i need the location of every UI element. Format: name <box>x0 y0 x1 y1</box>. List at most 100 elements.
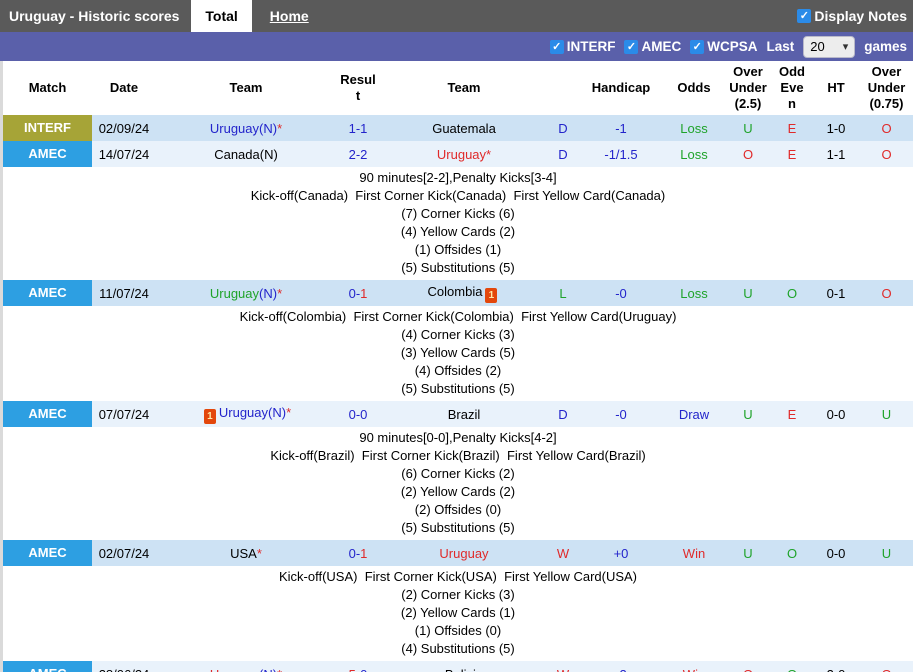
text-segment: U <box>743 407 752 422</box>
over-under-075-cell: U <box>860 401 913 427</box>
text-segment: Colombia <box>428 284 483 299</box>
wdl-cell: D <box>548 401 578 427</box>
text-segment: O <box>787 667 797 672</box>
column-header-team1: Team <box>156 61 336 115</box>
over-under-25-cell: U <box>724 401 772 427</box>
tab-total[interactable]: Total <box>191 0 251 32</box>
page-title: Uruguay - Historic scores <box>0 8 187 24</box>
text-segment: Canada(N) <box>214 147 278 162</box>
text-segment: O <box>881 121 891 136</box>
column-header-over-under-075: Over Under (0.75) <box>860 61 913 115</box>
text-segment: * <box>277 667 282 672</box>
match-type-cell: AMEC <box>3 540 92 566</box>
team2-cell: Uruguay* <box>380 141 548 167</box>
chevron-down-icon: ▾ <box>843 40 849 53</box>
column-header-team2: Team <box>380 61 548 115</box>
text-segment: E <box>788 407 797 422</box>
notes-text: Kick-off(USA) First Corner Kick(USA) Fir… <box>3 568 913 658</box>
filter-bar: ✓ INTERF ✓ AMEC ✓ WCPSA Last 20 ▾ games <box>0 32 913 61</box>
text-segment: Loss <box>680 147 707 162</box>
column-header-odds: Odds <box>664 61 724 115</box>
text-segment: Bolivia <box>445 667 483 672</box>
date-cell: 07/07/24 <box>92 401 156 427</box>
text-segment: U <box>743 546 752 561</box>
over-under-25-cell: O <box>724 661 772 672</box>
text-segment: -2 <box>615 667 627 672</box>
check-icon: ✓ <box>552 41 561 53</box>
ht-cell: 1-0 <box>812 115 860 141</box>
title-bar: Uruguay - Historic scores Total Home ✓ D… <box>0 0 913 32</box>
historic-scores-panel: Uruguay - Historic scores Total Home ✓ D… <box>0 0 913 672</box>
column-header-date: Date <box>92 61 156 115</box>
text-segment: 0-0 <box>827 407 846 422</box>
interf-checkbox-label: INTERF <box>567 39 616 54</box>
odd-even-cell: E <box>772 115 812 141</box>
match-type-badge: AMEC <box>3 540 92 566</box>
text-segment: D <box>558 407 567 422</box>
notes-row: 90 minutes[2-2],Penalty Kicks[3-4] Kick-… <box>3 167 913 280</box>
text-segment: Loss <box>680 121 707 136</box>
last-label: Last <box>766 39 794 54</box>
text-segment: (N) <box>268 405 286 420</box>
text-segment: Uruguay <box>219 405 268 420</box>
display-notes-checkbox[interactable]: ✓ <box>797 9 811 23</box>
match-row: AMEC14/07/24Canada(N)2-2Uruguay*D-1/1.5L… <box>3 141 913 167</box>
text-segment: Loss <box>680 286 707 301</box>
text-segment: U <box>882 546 891 561</box>
notes-cell: 90 minutes[2-2],Penalty Kicks[3-4] Kick-… <box>3 167 913 280</box>
match-type-badge: AMEC <box>3 661 92 672</box>
text-segment: 5 <box>349 667 356 672</box>
check-icon: ✓ <box>693 41 702 53</box>
text-segment: L <box>559 286 566 301</box>
text-segment: * <box>486 147 491 162</box>
date-cell: 28/06/24 <box>92 661 156 672</box>
column-header-odd-even: Odd Eve n <box>772 61 812 115</box>
text-segment: 1-1 <box>827 147 846 162</box>
notes-row: Kick-off(Colombia) First Corner Kick(Col… <box>3 306 913 401</box>
match-row: AMEC28/06/24Uruguay(N)*5-0BoliviaW-2WinO… <box>3 661 913 672</box>
text-segment: (N) <box>259 667 277 672</box>
text-segment: 1-0 <box>827 121 846 136</box>
text-segment: 2-0 <box>827 667 846 672</box>
wcpsa-checkbox[interactable]: ✓ <box>690 40 704 54</box>
odd-even-cell: O <box>772 540 812 566</box>
notes-cell: Kick-off(Colombia) First Corner Kick(Col… <box>3 306 913 401</box>
text-segment: W <box>557 667 569 672</box>
over-under-075-cell: O <box>860 141 913 167</box>
result-cell: 0-1 <box>336 540 380 566</box>
column-header-ht: HT <box>812 61 860 115</box>
match-type-cell: AMEC <box>3 141 92 167</box>
notes-text: 90 minutes[0-0],Penalty Kicks[4-2] Kick-… <box>3 429 913 537</box>
handicap-cell: -2 <box>578 661 664 672</box>
match-row: AMEC07/07/241Uruguay(N)*0-0BrazilD-0Draw… <box>3 401 913 427</box>
table-header-row: Match Date Team Resul t Team Handicap Od… <box>3 61 913 115</box>
tab-home[interactable]: Home <box>256 0 323 32</box>
handicap-cell: -0 <box>578 401 664 427</box>
text-segment: O <box>881 286 891 301</box>
team1-cell: Canada(N) <box>156 141 336 167</box>
odds-cell: Win <box>664 540 724 566</box>
handicap-cell: -1/1.5 <box>578 141 664 167</box>
text-segment: -0 <box>615 407 627 422</box>
red-card-icon: 1 <box>204 409 216 424</box>
games-count-select[interactable]: 20 ▾ <box>803 36 855 58</box>
text-segment: * <box>277 286 282 301</box>
text-segment: Win <box>683 667 705 672</box>
interf-checkbox[interactable]: ✓ <box>550 40 564 54</box>
over-under-075-cell: O <box>860 661 913 672</box>
odd-even-cell: O <box>772 661 812 672</box>
text-segment: E <box>788 121 797 136</box>
text-segment: 0-0 <box>349 407 368 422</box>
text-segment: -1/1.5 <box>604 147 637 162</box>
text-segment: 0-1 <box>827 286 846 301</box>
column-header-match: Match <box>3 61 92 115</box>
text-segment: -0 <box>615 286 627 301</box>
amec-checkbox[interactable]: ✓ <box>624 40 638 54</box>
text-segment: Uruguay <box>210 667 259 672</box>
team2-cell: Uruguay <box>380 540 548 566</box>
odds-cell: Win <box>664 661 724 672</box>
text-segment: Win <box>683 546 705 561</box>
text-segment: (N) <box>259 286 277 301</box>
text-segment: 1 <box>360 286 367 301</box>
result-cell: 0-1 <box>336 280 380 306</box>
